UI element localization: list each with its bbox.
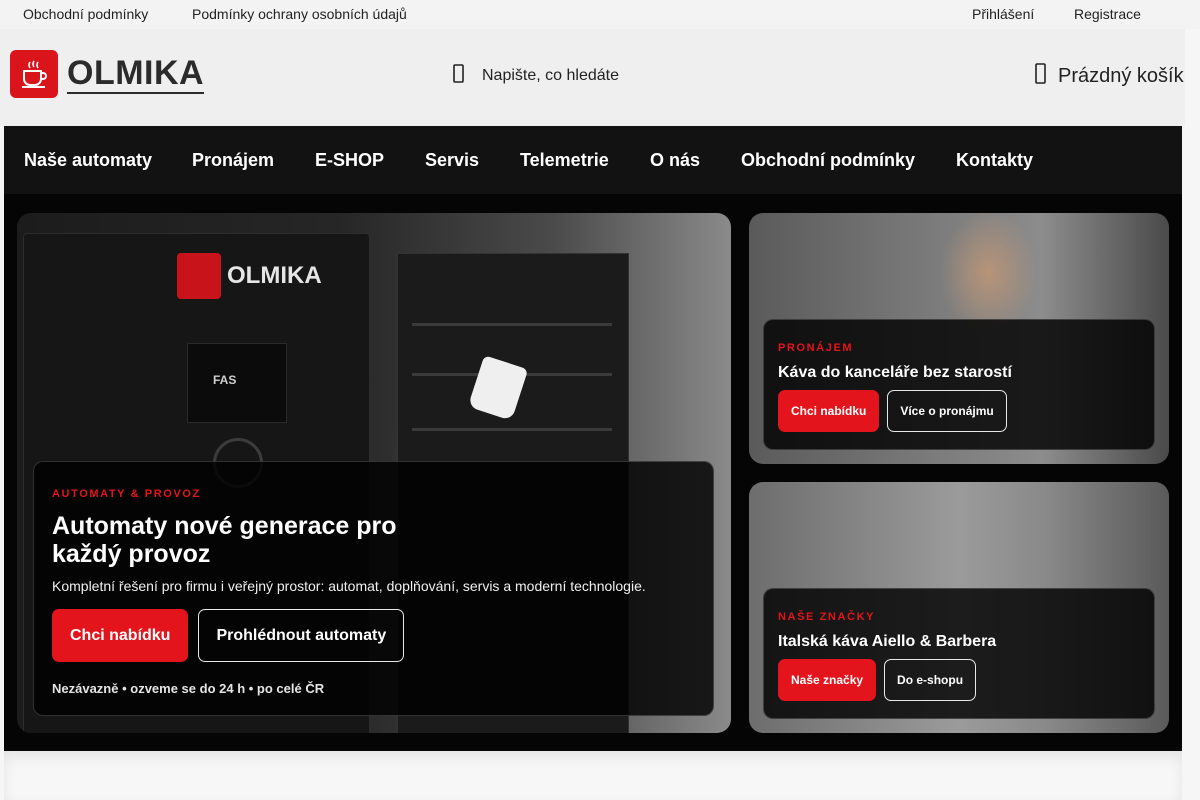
hero-main-title: Automaty nové generace pro každý provoz — [52, 512, 397, 568]
brands-title: Italská káva Aiello & Barbera — [778, 633, 997, 650]
cart-label: Prázdný košík — [1058, 64, 1184, 87]
nav-item-eshop[interactable]: E-SHOP — [315, 150, 384, 171]
logo-text: OLMIKA — [67, 53, 205, 94]
site-logo[interactable]: OLMIKA — [10, 50, 205, 98]
hero-section: OLMIKA FAS AUTOMATY & PROVOZ Automaty no… — [4, 194, 1182, 751]
browse-machines-button[interactable]: Prohlédnout automaty — [198, 609, 405, 662]
search-box[interactable]: Napište, co hledáte — [452, 63, 619, 90]
link-obchodni-podminky[interactable]: Obchodní podmínky — [23, 6, 148, 22]
nav-item-pronajem[interactable]: Pronájem — [192, 150, 274, 171]
eshop-button[interactable]: Do e-shopu — [884, 659, 977, 701]
register-link[interactable]: Registrace — [1074, 6, 1141, 22]
top-utility-bar: Obchodní podmínky Podmínky ochrany osobn… — [0, 0, 1200, 29]
search-icon[interactable] — [452, 63, 466, 90]
machine-screen — [187, 343, 287, 423]
hero-main-panel: AUTOMATY & PROVOZ Automaty nové generace… — [33, 461, 714, 716]
nav-item-nase-automaty[interactable]: Naše automaty — [24, 150, 152, 171]
site-header: OLMIKA Napište, co hledáte Prázdný košík — [0, 29, 1185, 126]
machine-logo: OLMIKA — [177, 253, 322, 299]
rent-eyebrow: PRONÁJEM — [778, 342, 854, 354]
machine-screen-logo: FAS — [213, 373, 237, 387]
cart-icon — [1034, 62, 1048, 91]
link-ochrana-osobnich-udaju[interactable]: Podmínky ochrany osobních údajů — [192, 6, 407, 22]
nav-item-obchodni-podminky[interactable]: Obchodní podmínky — [741, 150, 915, 171]
hero-main-note: Nezávazně • ozveme se do 24 h • po celé … — [52, 681, 325, 696]
login-link[interactable]: Přihlášení — [972, 6, 1034, 22]
nav-item-telemetrie[interactable]: Telemetrie — [520, 150, 609, 171]
rent-offer-button[interactable]: Chci nabídku — [778, 390, 880, 432]
hero-main-description: Kompletní řešení pro firmu i veřejný pro… — [52, 578, 646, 594]
rent-more-button[interactable]: Více o pronájmu — [887, 390, 1007, 432]
coffee-cup-icon — [10, 50, 58, 98]
hero-main-offer-button[interactable]: Chci nabídku — [52, 609, 189, 662]
search-input[interactable]: Napište, co hledáte — [482, 67, 619, 85]
rent-panel: PRONÁJEM Káva do kanceláře bez starostí … — [763, 319, 1155, 450]
cart-button[interactable]: Prázdný košík — [1034, 62, 1184, 91]
main-navigation: Naše automaty Pronájem E-SHOP Servis Tel… — [4, 126, 1182, 194]
brands-button[interactable]: Naše značky — [778, 659, 877, 701]
nav-item-kontakty[interactable]: Kontakty — [956, 150, 1033, 171]
brands-eyebrow: NAŠE ZNAČKY — [778, 611, 876, 623]
brands-panel: NAŠE ZNAČKY Italská káva Aiello & Barber… — [763, 588, 1155, 719]
nav-item-o-nas[interactable]: O nás — [650, 150, 700, 171]
page-bottom — [4, 751, 1182, 800]
rent-title: Káva do kanceláře bez starostí — [778, 364, 1012, 381]
hero-main-eyebrow: AUTOMATY & PROVOZ — [52, 488, 201, 500]
nav-item-servis[interactable]: Servis — [425, 150, 479, 171]
